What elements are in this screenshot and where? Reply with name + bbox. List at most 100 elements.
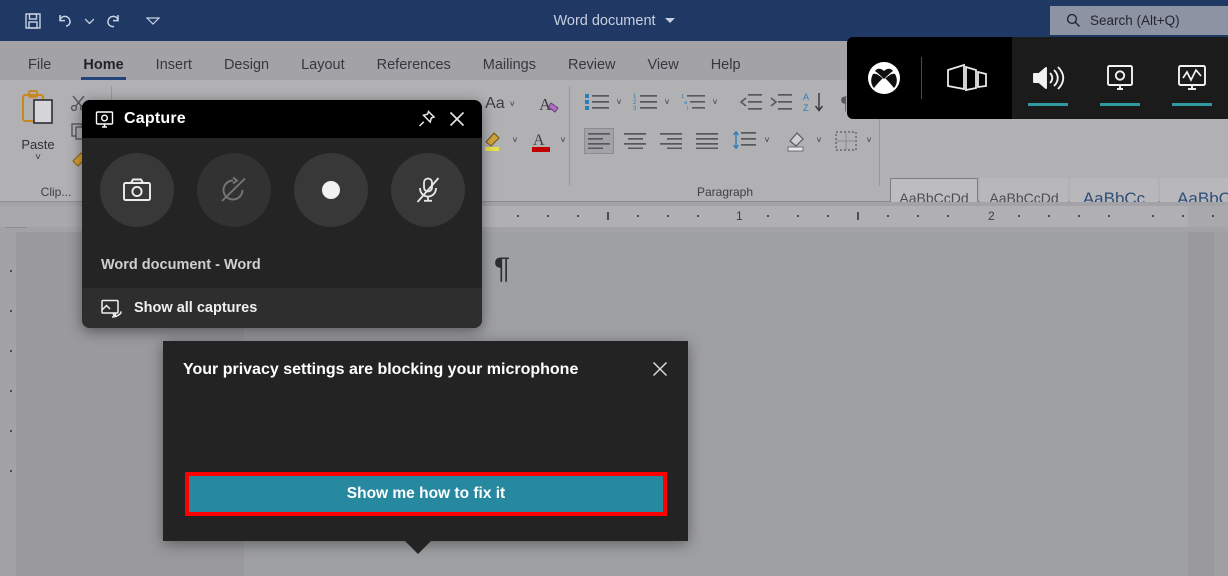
chevron-down-icon[interactable]: ˅ <box>14 152 62 163</box>
align-center-icon <box>624 133 646 149</box>
show-all-captures-button[interactable]: Show all captures <box>82 288 482 328</box>
text-highlight-button[interactable] <box>480 128 506 154</box>
capture-panel-title: Capture <box>124 110 186 128</box>
microphone-muted-icon <box>413 175 443 205</box>
start-recording-button[interactable] <box>285 144 377 236</box>
button-circle <box>100 153 174 227</box>
search-placeholder: Search (Alt+Q) <box>1090 13 1180 28</box>
decrease-indent-button[interactable] <box>738 91 764 113</box>
change-case-button[interactable]: Aa ˅ <box>480 92 520 116</box>
line-spacing-icon <box>732 131 756 151</box>
tab-references[interactable]: References <box>363 58 465 81</box>
undo-dropdown-icon[interactable] <box>82 6 96 36</box>
paste-button[interactable]: Paste ˅ <box>14 88 62 163</box>
performance-widget-button[interactable] <box>1156 37 1228 119</box>
clear-formatting-button[interactable]: A <box>537 91 563 117</box>
increase-indent-button[interactable] <box>768 91 794 113</box>
tab-review[interactable]: Review <box>554 58 630 81</box>
svg-text:A: A <box>533 132 545 149</box>
word-title-bar: Word document Search (Alt+Q) <box>0 0 1228 41</box>
chevron-down-icon[interactable]: ˅ <box>556 132 570 148</box>
notification-close-button[interactable] <box>646 355 674 383</box>
chevron-down-icon[interactable]: ˅ <box>760 132 774 148</box>
active-indicator <box>1100 103 1140 106</box>
quick-access-toolbar <box>0 6 168 36</box>
tab-design[interactable]: Design <box>210 58 283 81</box>
tab-help[interactable]: Help <box>697 58 755 81</box>
svg-text:A: A <box>803 92 809 102</box>
justify-button[interactable] <box>692 128 722 154</box>
tab-insert[interactable]: Insert <box>142 58 206 81</box>
paragraph-mark: ¶ <box>494 254 510 284</box>
capture-target-label: Word document - Word <box>82 242 482 288</box>
capture-monitor-icon <box>1104 62 1136 94</box>
widget-menu-icon <box>944 61 990 95</box>
align-center-button[interactable] <box>620 128 650 154</box>
tab-file[interactable]: File <box>14 58 65 81</box>
notification-message: Your privacy settings are blocking your … <box>183 361 628 379</box>
chevron-down-icon[interactable]: ˅ <box>862 132 876 148</box>
show-me-how-to-fix-it-button[interactable]: Show me how to fix it <box>189 476 663 512</box>
svg-text:Z: Z <box>803 103 809 113</box>
tab-layout[interactable]: Layout <box>287 58 359 81</box>
bullet-list-icon <box>585 93 609 111</box>
customize-quick-access-icon[interactable] <box>138 6 168 36</box>
game-bar-toolbar <box>847 37 1228 119</box>
paste-label: Paste <box>14 137 62 152</box>
toggle-microphone-button[interactable] <box>382 144 474 236</box>
audio-widget-button[interactable] <box>1012 37 1084 119</box>
pin-button[interactable] <box>412 104 442 134</box>
align-right-button[interactable] <box>656 128 686 154</box>
capture-widget-button[interactable] <box>1084 37 1156 119</box>
chevron-down-icon[interactable]: ˅ <box>708 94 722 110</box>
chevron-down-icon[interactable] <box>665 18 675 23</box>
multilevel-list-button[interactable]: 1 a i <box>680 91 706 113</box>
record-last-30-seconds-button[interactable] <box>188 144 280 236</box>
take-screenshot-button[interactable] <box>91 144 183 236</box>
ruler-number-2: 2 <box>988 209 995 223</box>
gallery-icon <box>101 299 122 318</box>
tab-mailings[interactable]: Mailings <box>469 58 550 81</box>
redo-icon[interactable] <box>98 6 128 36</box>
line-spacing-button[interactable] <box>730 128 758 154</box>
button-circle <box>391 153 465 227</box>
increase-indent-icon <box>770 93 792 111</box>
close-button[interactable] <box>442 104 472 134</box>
active-indicator <box>1028 103 1068 106</box>
chevron-down-icon[interactable]: ˅ <box>508 132 522 148</box>
sort-az-icon: A Z <box>803 91 827 113</box>
undo-icon[interactable] <box>50 6 80 36</box>
chevron-down-icon[interactable]: ˅ <box>660 94 674 110</box>
change-case-label: Aa <box>485 95 505 113</box>
shading-button[interactable] <box>782 128 810 154</box>
bullet-list-button[interactable] <box>584 91 610 113</box>
vertical-ruler <box>0 232 16 576</box>
decrease-indent-icon <box>740 93 762 111</box>
widget-menu-button[interactable] <box>922 61 1012 95</box>
tab-view[interactable]: View <box>634 58 693 81</box>
capture-monitor-icon <box>95 110 114 129</box>
borders-button[interactable] <box>832 128 860 154</box>
vertical-scrollbar[interactable] <box>1214 232 1228 576</box>
pin-icon <box>417 109 437 129</box>
clear-formatting-icon: A <box>539 93 561 115</box>
capture-panel-header: Capture <box>82 100 482 138</box>
notification-pointer-arrow <box>405 541 431 554</box>
ribbon-group-paragraph: ˅ 1 2 3 ˅ 1 a i ˅ <box>570 80 880 202</box>
chevron-down-icon[interactable]: ˅ <box>612 94 626 110</box>
active-indicator <box>1172 103 1212 106</box>
align-right-icon <box>660 133 682 149</box>
sort-button[interactable]: A Z <box>802 90 828 114</box>
align-left-button[interactable] <box>584 128 614 154</box>
font-color-button[interactable]: A <box>528 128 554 154</box>
game-bar-widget-buttons <box>1012 37 1228 119</box>
save-icon[interactable] <box>18 6 48 36</box>
record-dot-icon <box>318 177 344 203</box>
chevron-down-icon[interactable]: ˅ <box>812 132 826 148</box>
numbered-list-button[interactable]: 1 2 3 <box>632 91 658 113</box>
tab-home[interactable]: Home <box>69 58 137 81</box>
record-last-disabled-icon <box>219 176 249 204</box>
xbox-button[interactable] <box>847 58 921 98</box>
search-input[interactable]: Search (Alt+Q) <box>1050 6 1228 35</box>
font-color-icon: A <box>530 129 552 153</box>
